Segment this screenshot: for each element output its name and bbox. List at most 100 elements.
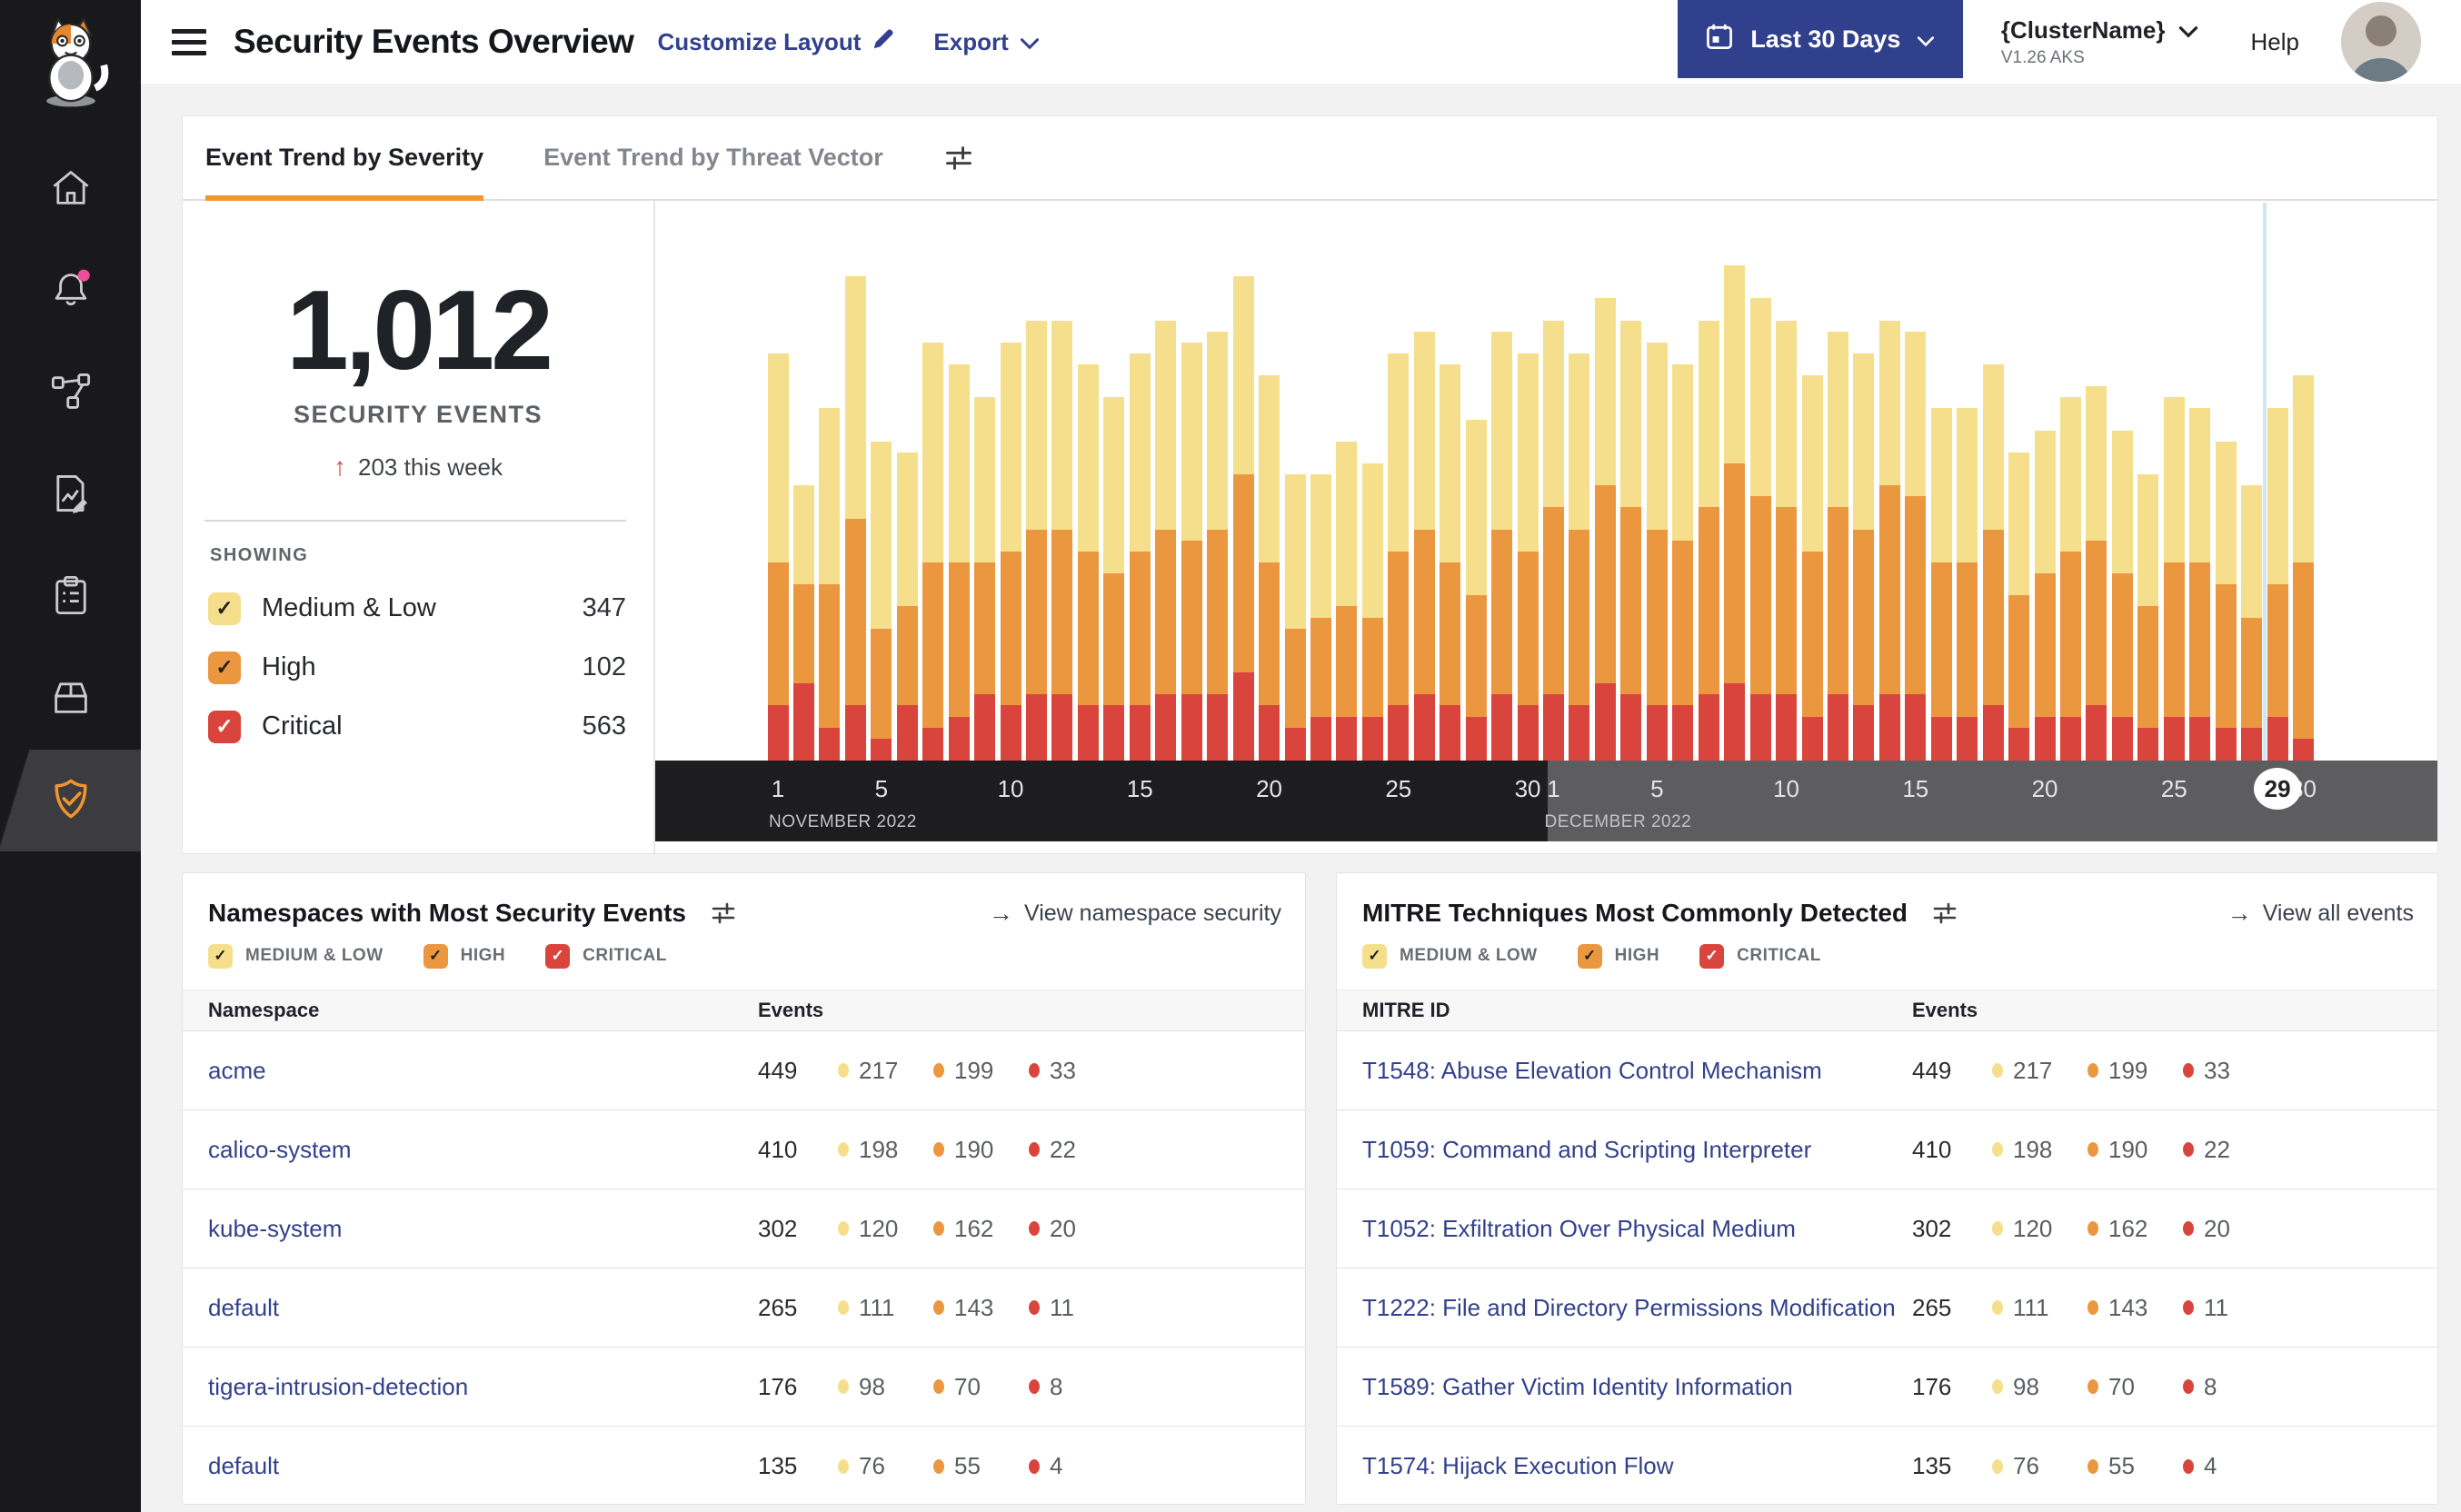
chart-bar[interactable] <box>1413 331 1435 761</box>
chart-bar[interactable] <box>1905 331 1927 761</box>
user-avatar[interactable] <box>2341 2 2421 82</box>
sidebar-item-report[interactable] <box>0 444 141 546</box>
view-all-events-link[interactable]: → View all events <box>2227 900 2414 928</box>
severity-filter-medium[interactable]: ✓ MEDIUM & LOW <box>208 943 384 969</box>
row-link[interactable]: T1589: Gather Victim Identity Informatio… <box>1362 1373 1912 1401</box>
severity-toggle-high[interactable]: ✓ High 102 <box>208 638 626 697</box>
sidebar-item-clipboard[interactable] <box>0 546 141 648</box>
row-link[interactable]: T1222: File and Directory Permissions Mo… <box>1362 1294 1912 1322</box>
chart-bar[interactable] <box>1336 441 1358 761</box>
medium-checkbox[interactable]: ✓ <box>208 943 233 969</box>
tab-event-trend-by-threat-vector[interactable]: Event Trend by Threat Vector <box>543 116 883 199</box>
critical-checkbox[interactable]: ✓ <box>208 710 241 743</box>
view-namespace-security-link[interactable]: → View namespace security <box>989 900 1281 928</box>
chart-bar[interactable] <box>1207 331 1229 761</box>
chart-bar[interactable] <box>2293 375 2315 761</box>
row-link[interactable]: default <box>208 1294 758 1322</box>
severity-filter-medium[interactable]: ✓ MEDIUM & LOW <box>1362 943 1538 969</box>
export-button[interactable]: Export <box>933 28 1039 56</box>
chart-bar[interactable] <box>1517 353 1539 761</box>
chart-bar[interactable] <box>1103 397 1125 761</box>
row-link[interactable]: default <box>208 1452 758 1480</box>
row-link[interactable]: calico-system <box>208 1136 758 1164</box>
chart-bar[interactable] <box>2111 430 2133 761</box>
chart-bar[interactable] <box>871 441 892 761</box>
chart-bar[interactable] <box>1259 375 1280 761</box>
chart-bar[interactable] <box>1930 408 1952 761</box>
severity-filter-critical[interactable]: ✓ CRITICAL <box>545 943 667 969</box>
row-link[interactable]: T1548: Abuse Elevation Control Mechanism <box>1362 1057 1912 1085</box>
chart-bar[interactable] <box>1361 463 1383 761</box>
sidebar-item-home[interactable] <box>0 139 141 241</box>
chart-bar[interactable] <box>1310 474 1331 761</box>
chart-bar[interactable] <box>819 408 841 761</box>
medium-checkbox[interactable]: ✓ <box>208 592 241 625</box>
chart-bar[interactable] <box>792 485 814 761</box>
chart-bar[interactable] <box>1232 276 1254 761</box>
chart-bar[interactable] <box>1749 298 1771 761</box>
chart-bar[interactable] <box>1543 320 1564 761</box>
chart-bar[interactable] <box>1801 375 1823 761</box>
high-checkbox[interactable]: ✓ <box>423 943 448 969</box>
chart-bar[interactable] <box>2008 452 2030 761</box>
chart-bar[interactable] <box>1672 364 1694 761</box>
chart-bar[interactable] <box>1051 320 1073 761</box>
chart-bar[interactable] <box>2215 441 2237 761</box>
chart-filter-icon[interactable] <box>943 143 974 174</box>
chart-bar[interactable] <box>1776 320 1798 761</box>
help-link[interactable]: Help <box>2251 28 2299 56</box>
chart-bar[interactable] <box>1646 342 1668 761</box>
chart-bar[interactable] <box>1284 474 1306 761</box>
chart-bar[interactable] <box>2034 430 2056 761</box>
chart-bar[interactable] <box>1569 353 1590 761</box>
chart-bar[interactable] <box>1026 320 1047 761</box>
row-link[interactable]: acme <box>208 1057 758 1085</box>
date-range-button[interactable]: Last 30 Days <box>1677 0 1963 78</box>
cluster-selector[interactable]: {ClusterName} V1.26 AKS <box>2001 16 2198 68</box>
chart-bar[interactable] <box>1000 342 1021 761</box>
chart-bar[interactable] <box>2137 474 2159 761</box>
chart-bar[interactable] <box>1878 320 1900 761</box>
severity-filter-high[interactable]: ✓ HIGH <box>1577 943 1660 969</box>
customize-layout-link[interactable]: Customize Layout <box>657 27 895 57</box>
chart-bar[interactable] <box>2086 386 2107 761</box>
chart-bar[interactable] <box>1129 353 1151 761</box>
sidebar-item-notifications[interactable] <box>0 241 141 343</box>
chart-bar[interactable] <box>1698 320 1719 761</box>
chart-bar[interactable] <box>948 364 970 761</box>
tab-event-trend-by-severity[interactable]: Event Trend by Severity <box>205 116 484 201</box>
chart-bar[interactable] <box>1620 320 1642 761</box>
chart-bar[interactable] <box>1465 419 1487 761</box>
chart-bar[interactable] <box>2241 485 2263 761</box>
chart-bar[interactable] <box>2189 408 2211 761</box>
sidebar-item-package[interactable] <box>0 648 141 750</box>
namespaces-filter-icon[interactable] <box>710 900 737 927</box>
chart-bar[interactable] <box>2267 408 2288 761</box>
chart-bar[interactable] <box>1982 364 2004 761</box>
chart-bar[interactable] <box>1155 320 1177 761</box>
sidebar-item-security[interactable] <box>0 750 141 851</box>
chart-bar[interactable] <box>2060 397 2081 761</box>
chart-bar[interactable] <box>767 353 789 761</box>
chart-bar[interactable] <box>1440 364 1461 761</box>
high-checkbox[interactable]: ✓ <box>1577 943 1602 969</box>
severity-filter-high[interactable]: ✓ HIGH <box>423 943 506 969</box>
chart-bar[interactable] <box>1077 364 1099 761</box>
menu-icon[interactable] <box>172 28 206 55</box>
mitre-filter-icon[interactable] <box>1931 900 1958 927</box>
medium-checkbox[interactable]: ✓ <box>1362 943 1387 969</box>
severity-toggle-critical[interactable]: ✓ Critical 563 <box>208 697 626 756</box>
calico-cat-logo[interactable] <box>0 0 141 114</box>
severity-toggle-medium[interactable]: ✓ Medium & Low 347 <box>208 579 626 638</box>
chart-bar[interactable] <box>1724 265 1746 761</box>
severity-filter-critical[interactable]: ✓ CRITICAL <box>1699 943 1821 969</box>
chart-bar[interactable] <box>1181 342 1202 761</box>
chart-bar[interactable] <box>2163 397 2185 761</box>
high-checkbox[interactable]: ✓ <box>208 651 241 684</box>
row-link[interactable]: tigera-intrusion-detection <box>208 1373 758 1401</box>
critical-checkbox[interactable]: ✓ <box>545 943 571 969</box>
chart-bar[interactable] <box>1827 331 1848 761</box>
critical-checkbox[interactable]: ✓ <box>1699 943 1725 969</box>
row-link[interactable]: T1574: Hijack Execution Flow <box>1362 1452 1912 1480</box>
chart-bar[interactable] <box>1388 353 1410 761</box>
